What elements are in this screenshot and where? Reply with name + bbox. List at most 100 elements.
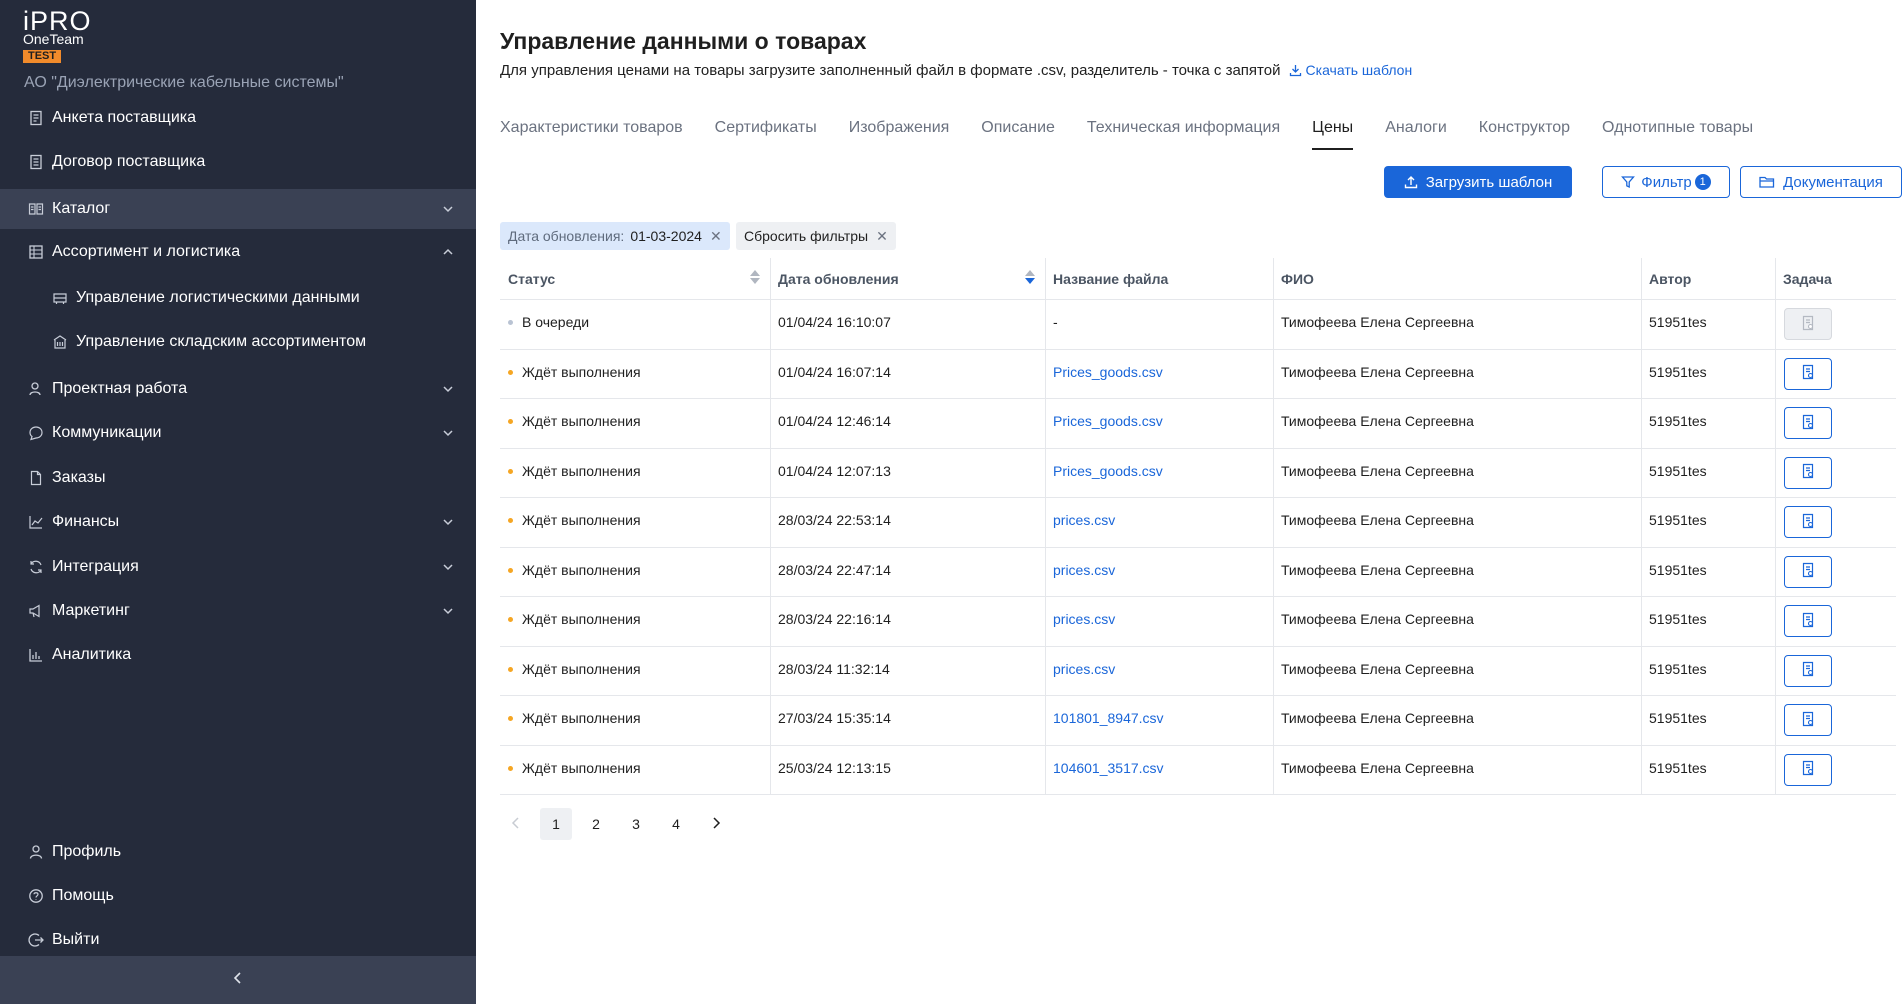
page-subtitle: Для управления ценами на товары загрузит… (500, 62, 1412, 80)
column-date[interactable]: Дата обновления (770, 258, 1045, 300)
upload-template-button[interactable]: Загрузить шаблон (1384, 166, 1572, 198)
file-link[interactable]: prices.csv (1045, 498, 1273, 547)
status-text: Ждёт выполнения (522, 611, 641, 627)
collapse-sidebar-button[interactable] (0, 956, 476, 1004)
task-cell (1775, 647, 1896, 696)
remove-filter-icon[interactable]: ✕ (710, 228, 722, 245)
tab-0[interactable]: Характеристики товаров (500, 116, 683, 152)
task-document-icon (1800, 711, 1816, 730)
sidebar-item-3[interactable]: Ассортимент и логистика (0, 232, 476, 272)
date-cell: 28/03/24 22:47:14 (778, 561, 891, 578)
chevron-down-icon[interactable] (438, 379, 458, 399)
tab-8[interactable]: Однотипные товары (1602, 116, 1753, 152)
status-text: Ждёт выполнения (522, 660, 641, 677)
tab-1[interactable]: Сертификаты (715, 116, 817, 152)
sidebar-item-0[interactable]: Анкета поставщика (0, 98, 476, 138)
chevron-down-icon[interactable] (438, 601, 458, 621)
task-details-button[interactable] (1784, 654, 1832, 687)
next-page-button[interactable] (700, 808, 732, 840)
tab-2[interactable]: Изображения (849, 116, 950, 152)
file-link[interactable]: prices.csv (1045, 597, 1273, 646)
column-status[interactable]: Статус (500, 258, 770, 300)
column-filename-label: Название файла (1053, 271, 1169, 287)
sidebar-item-8[interactable]: Заказы (0, 458, 476, 498)
column-divider (1641, 258, 1642, 794)
column-task: Задача (1775, 258, 1896, 300)
sidebar-item-10[interactable]: Интеграция (0, 547, 476, 587)
tabs-bar: Характеристики товаров Сертификаты Изображ… (500, 116, 1785, 152)
task-cell (1775, 696, 1896, 745)
file-link[interactable]: prices.csv (1045, 647, 1273, 696)
tab-4[interactable]: Техническая информация (1087, 116, 1280, 152)
task-cell (1775, 449, 1896, 498)
sidebar-item-4[interactable]: Управление логистическими данными (0, 278, 476, 318)
sort-desc-icon[interactable] (1025, 270, 1035, 284)
status-cell: Ждёт выполнения (500, 746, 770, 795)
sidebar-item-11[interactable]: Маркетинг (0, 591, 476, 631)
sidebar-item-5[interactable]: Управление складским ассортиментом (0, 322, 476, 362)
task-details-button[interactable] (1784, 753, 1832, 786)
status-dot (508, 419, 513, 424)
sidebar-item-label: Договор поставщика (52, 153, 206, 170)
file-link[interactable]: Prices_goods.csv (1045, 350, 1273, 399)
sidebar-item-6[interactable]: Проектная работа (0, 369, 476, 409)
table-row: Ждёт выполнения 01/04/24 16:07:14 Prices_g… (500, 350, 1896, 399)
download-template-link[interactable]: Скачать шаблон (1289, 62, 1412, 78)
sort-icon[interactable] (750, 270, 760, 284)
sidebar-item-1[interactable]: Договор поставщика (0, 142, 476, 182)
user-icon (26, 842, 46, 862)
sidebar-bottom-item-0[interactable]: Профиль (0, 832, 476, 872)
sidebar-item-9[interactable]: Финансы (0, 502, 476, 542)
author-cell: 51951tes (1649, 611, 1707, 627)
logo[interactable]: iPRO OneTeam TEST (23, 8, 93, 64)
tab-3[interactable]: Описание (981, 116, 1055, 152)
task-details-button[interactable] (1784, 357, 1832, 390)
chevron-down-icon[interactable] (438, 512, 458, 532)
status-cell: Ждёт выполнения (500, 548, 770, 597)
chevron-up-icon[interactable] (438, 242, 458, 262)
task-details-button[interactable] (1784, 506, 1832, 538)
tab-5[interactable]: Цены (1312, 116, 1354, 152)
page-4-button[interactable]: 4 (660, 808, 692, 840)
sidebar-item-7[interactable]: Коммуникации (0, 413, 476, 453)
task-document-icon (1800, 661, 1816, 680)
env-badge: TEST (23, 50, 62, 63)
filter-button[interactable]: Фильтр 1 (1602, 166, 1730, 198)
file-link[interactable]: prices.csv (1045, 548, 1273, 597)
reset-filters-close-icon[interactable]: ✕ (876, 228, 888, 245)
tab-6[interactable]: Аналоги (1385, 116, 1447, 152)
sidebar-item-label: Финансы (52, 513, 120, 530)
sidebar-item-2[interactable]: Каталог (0, 189, 476, 229)
prev-page-button[interactable] (500, 808, 532, 840)
page-1-button[interactable]: 1 (540, 808, 572, 840)
reset-filters-chip[interactable]: Сбросить фильтры ✕ (736, 222, 896, 250)
date-cell: 25/03/24 12:13:15 (778, 759, 891, 776)
file-link[interactable]: 101801_8947.csv (1045, 696, 1273, 745)
fio-cell: Тимофеева Елена Сергеевна (1281, 512, 1474, 528)
task-details-button[interactable] (1784, 605, 1832, 637)
chevron-down-icon[interactable] (438, 199, 458, 219)
task-details-button[interactable] (1784, 555, 1832, 588)
task-details-button[interactable] (1784, 407, 1832, 439)
task-cell (1775, 399, 1896, 448)
task-details-button[interactable] (1784, 704, 1832, 736)
tab-7[interactable]: Конструктор (1479, 116, 1570, 152)
page-2-button[interactable]: 2 (580, 808, 612, 840)
sidebar-item-12[interactable]: Аналитика (0, 635, 476, 675)
date-cell: 28/03/24 22:16:14 (778, 611, 891, 627)
task-details-button[interactable] (1784, 456, 1832, 489)
sidebar-item-label: Интеграция (52, 558, 139, 575)
file-link[interactable]: 104601_3517.csv (1045, 746, 1273, 795)
column-task-label: Задача (1783, 271, 1832, 287)
file-link[interactable]: Prices_goods.csv (1045, 399, 1273, 448)
chevron-right-icon (711, 816, 721, 832)
chevron-down-icon[interactable] (438, 423, 458, 443)
chevron-down-icon[interactable] (438, 557, 458, 577)
sidebar-bottom-item-1[interactable]: Помощь (0, 876, 476, 916)
file-link[interactable]: Prices_goods.csv (1045, 449, 1273, 498)
filter-label: Фильтр (1641, 173, 1692, 191)
page-3-button[interactable]: 3 (620, 808, 652, 840)
sidebar-bottom-item-2[interactable]: Выйти (0, 920, 476, 960)
documentation-button[interactable]: Документация (1740, 166, 1902, 198)
sidebar-item-label: Анкета поставщика (52, 109, 197, 126)
